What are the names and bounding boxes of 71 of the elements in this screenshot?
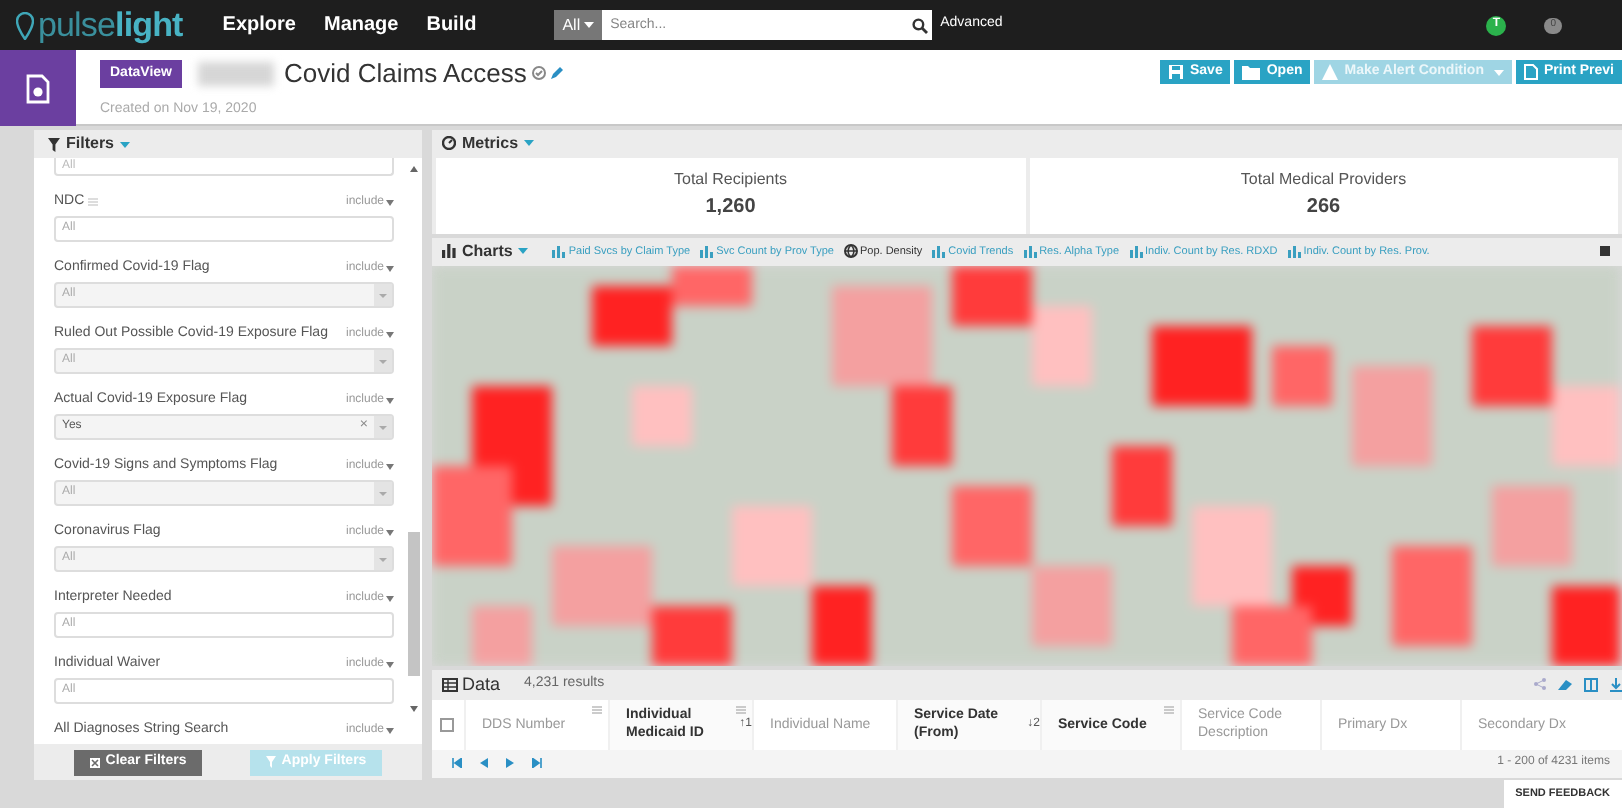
warning-icon — [1322, 64, 1339, 80]
checkbox-icon[interactable] — [440, 717, 456, 732]
caret-icon — [518, 248, 529, 255]
metric-label: Total Medical Providers — [1240, 168, 1407, 193]
caret-icon — [1493, 69, 1504, 75]
nav-link[interactable]: Explore — [222, 10, 296, 40]
caret-icon — [374, 548, 392, 570]
scroll-up-icon[interactable] — [410, 166, 418, 172]
columns-icon[interactable] — [1584, 677, 1598, 692]
table-icon — [442, 677, 458, 692]
caret-icon — [374, 482, 392, 504]
share-icon[interactable] — [1534, 678, 1546, 691]
menu-icon — [88, 198, 99, 206]
panel-title: Charts — [462, 239, 513, 264]
caret-icon — [386, 265, 394, 271]
next-page-icon[interactable] — [506, 758, 514, 769]
document-chart-icon — [26, 73, 50, 103]
caret-icon — [386, 727, 394, 733]
metric-label: Total Recipients — [674, 168, 787, 193]
download-icon[interactable] — [1610, 677, 1622, 692]
caret-icon — [584, 22, 595, 28]
first-page-icon[interactable] — [452, 758, 462, 769]
caret-icon — [386, 661, 394, 667]
caret-icon — [524, 140, 535, 147]
close-icon — [89, 757, 100, 767]
globe-icon — [843, 244, 858, 259]
bar-chart-icon — [932, 245, 947, 258]
caret-icon — [386, 463, 394, 469]
caret-icon — [386, 529, 394, 535]
bar-chart-icon — [1023, 245, 1038, 258]
scroll-down-icon[interactable] — [410, 706, 418, 712]
page-title: Covid Claims Access — [284, 56, 527, 92]
caret-icon — [386, 595, 394, 601]
caret-icon — [386, 397, 394, 403]
verified-icon — [532, 66, 547, 81]
folder-icon — [1242, 64, 1261, 80]
last-page-icon[interactable] — [532, 758, 542, 769]
search-button[interactable] — [908, 10, 933, 40]
caret-icon — [120, 141, 131, 147]
panel-title: Metrics — [462, 131, 519, 156]
metric-value: 1,260 — [705, 194, 756, 223]
bar-chart-icon — [1129, 245, 1144, 258]
bar-chart-icon — [442, 244, 456, 259]
caret-icon — [374, 350, 392, 372]
scrollbar-thumb[interactable] — [408, 532, 420, 676]
square-icon[interactable] — [1600, 246, 1610, 257]
filter-icon — [265, 756, 276, 768]
caret-icon — [374, 284, 392, 306]
bar-chart-icon — [700, 245, 715, 258]
redacted-block — [198, 61, 274, 86]
panel-title: Filters — [66, 132, 115, 156]
logo-text: pulselight — [38, 8, 183, 42]
previous-page-icon[interactable] — [480, 758, 488, 769]
search-icon — [912, 17, 929, 33]
filter-icon — [48, 137, 60, 151]
save-icon — [1167, 64, 1184, 80]
bar-chart-icon — [1287, 245, 1302, 258]
eraser-icon[interactable] — [1558, 678, 1572, 691]
nav-link[interactable]: Build — [426, 10, 477, 40]
caret-icon — [386, 331, 394, 337]
search-scope-dropdown[interactable]: All — [554, 10, 603, 40]
panel-title: Data — [462, 671, 501, 697]
caret-icon — [374, 416, 392, 438]
pin-logo-icon — [16, 11, 34, 39]
metric-value: 266 — [1306, 194, 1341, 223]
document-icon — [1523, 64, 1538, 80]
caret-icon — [386, 199, 394, 205]
nav-link[interactable]: Manage — [323, 10, 399, 40]
gauge-icon — [442, 136, 456, 151]
bar-chart-icon — [552, 245, 567, 258]
edit-icon[interactable] — [550, 66, 565, 81]
